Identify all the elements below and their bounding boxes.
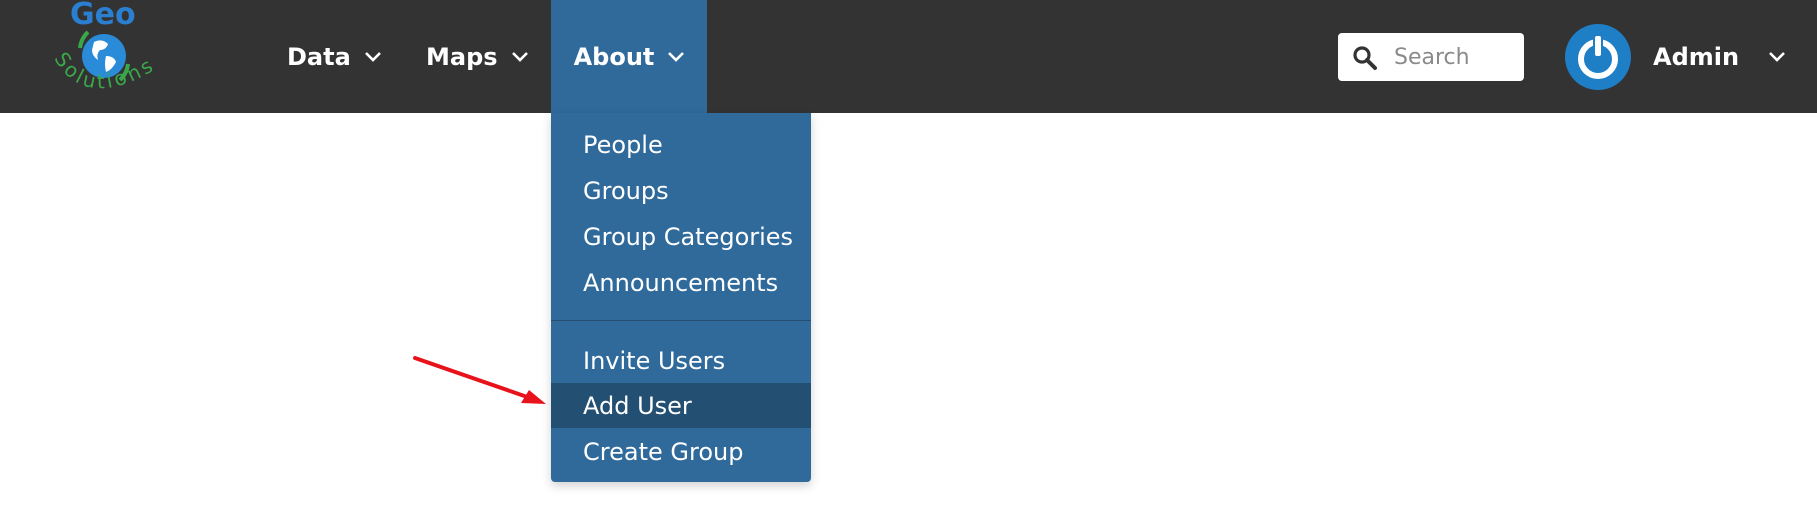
search-icon[interactable] (1352, 45, 1378, 71)
search-input[interactable] (1394, 39, 1518, 75)
menu-item-people[interactable]: People (551, 122, 811, 167)
menu-divider (551, 320, 811, 321)
logo-text-top: Geo (70, 0, 136, 32)
chevron-down-icon (364, 51, 381, 62)
menu-item-label: Groups (583, 176, 669, 205)
menu-item-group-categories[interactable]: Group Categories (551, 214, 811, 259)
top-navbar: Geo Solutions Data Maps About Search Adm… (0, 0, 1817, 113)
user-avatar[interactable] (1565, 24, 1631, 90)
chevron-down-icon (668, 51, 685, 62)
chevron-down-icon (511, 51, 528, 62)
menu-item-announcements[interactable]: Announcements (551, 260, 811, 305)
about-dropdown-menu: People Groups Group Categories Announcem… (551, 113, 811, 482)
menu-item-label: Invite Users (583, 346, 726, 375)
globe-icon: Geo Solutions (50, 0, 157, 94)
user-menu[interactable]: Admin (1653, 0, 1785, 113)
nav-about-menu[interactable]: About (551, 0, 707, 113)
menu-item-invite-users[interactable]: Invite Users (551, 338, 811, 383)
menu-item-label: Create Group (583, 437, 744, 466)
nav-data-label: Data (287, 42, 351, 71)
nav-maps-label: Maps (426, 42, 498, 71)
menu-item-groups[interactable]: Groups (551, 168, 811, 213)
menu-item-label: People (583, 130, 663, 159)
menu-item-label: Announcements (583, 268, 779, 297)
nav-maps-menu[interactable]: Maps (426, 0, 528, 113)
search-box (1338, 33, 1524, 81)
power-icon (1567, 26, 1629, 88)
nav-data-menu[interactable]: Data (287, 0, 381, 113)
user-name-label: Admin (1653, 42, 1740, 71)
nav-about-label: About (573, 42, 655, 71)
menu-item-label: Add User (583, 391, 692, 420)
geo-solutions-logo[interactable]: Geo Solutions (44, 0, 164, 110)
menu-item-label: Group Categories (583, 222, 794, 251)
menu-item-add-user[interactable]: Add User (551, 383, 811, 428)
chevron-down-icon (1769, 51, 1785, 62)
annotation-arrow-icon (405, 350, 555, 410)
menu-item-create-group[interactable]: Create Group (551, 429, 811, 474)
